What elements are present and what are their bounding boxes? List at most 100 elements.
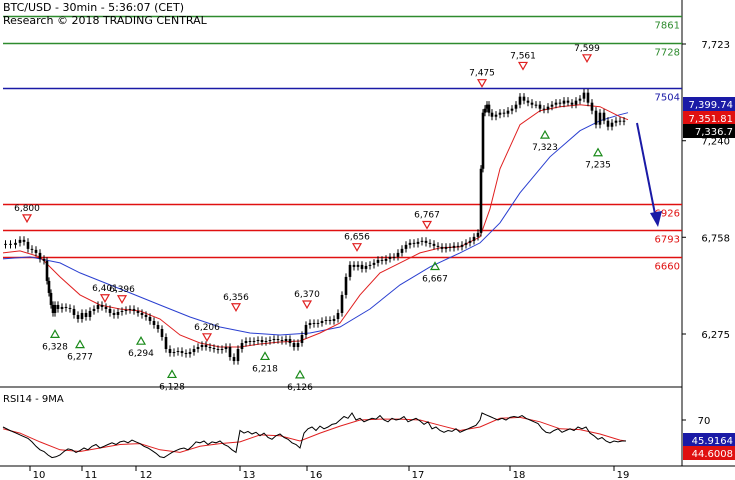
marker-label-7,475: 7,475 (469, 69, 495, 79)
x-tick-label-10: 10 (33, 470, 46, 480)
price-candle (522, 96, 526, 101)
price-candle (416, 241, 420, 244)
price-candle (534, 104, 538, 106)
y-tick-label-7,723: 7,723 (701, 40, 730, 51)
price-candle (144, 314, 148, 317)
price-candle (582, 92, 586, 99)
rsi-panel (2, 412, 627, 459)
price-candle (542, 108, 546, 110)
price-candle (132, 308, 136, 311)
price-candle (42, 258, 46, 261)
price-candle (268, 340, 272, 342)
price-candle (481, 112, 485, 169)
marker-label-6,294: 6,294 (128, 349, 154, 359)
rsi-tag-red: 44.6008 (692, 449, 733, 460)
moving-averages (2, 104, 629, 348)
price-candle (176, 351, 180, 353)
marker-up-6,126 (294, 369, 306, 379)
price-candle (112, 312, 116, 315)
price-candle (248, 341, 252, 343)
price-candle (284, 339, 288, 342)
price-candle (598, 112, 602, 125)
price-candle (34, 249, 38, 253)
marker-up-6,294 (135, 335, 147, 345)
price-candle (136, 310, 140, 313)
chart-title: BTC/USD - 30min - 5:36:07 (CET) (3, 1, 185, 14)
price-candle (420, 240, 424, 242)
price-candle (502, 112, 506, 114)
price-candle (476, 232, 480, 237)
marker-up-7,323 (539, 129, 551, 139)
price-candle (586, 92, 590, 103)
price-candle (164, 337, 168, 350)
level-label-6660: 6660 (655, 262, 680, 273)
price-candle (444, 246, 448, 249)
price-candle (618, 120, 622, 122)
price-candle (538, 104, 542, 109)
price-candle (490, 112, 494, 117)
marker-down-6,356 (230, 303, 242, 312)
marker-down-6,767 (421, 220, 433, 230)
price-candle (160, 328, 164, 338)
price-candle (140, 312, 144, 315)
price-candle (562, 100, 566, 104)
price-candle (384, 258, 388, 261)
price-candle (328, 319, 332, 321)
price-candle (60, 306, 64, 309)
price-candle (487, 104, 491, 113)
x-tick-label-13: 13 (243, 470, 256, 480)
price-candle (120, 310, 124, 312)
marker-label-6,206: 6,206 (194, 323, 220, 333)
level-lines: 786177287504692667936660 (3, 15, 682, 273)
level-label-7728: 7728 (655, 48, 680, 59)
price-candle (300, 335, 304, 344)
price-candle (368, 264, 372, 266)
price-candle (412, 242, 416, 244)
marker-up-7,235 (592, 147, 604, 157)
marker-up-6,277 (74, 339, 86, 349)
price-candle (256, 340, 260, 342)
price-candle (232, 357, 236, 362)
price-candle (84, 312, 88, 317)
price-candle (296, 343, 300, 348)
axes: 7,723 7,240 6,758 6,275 70 10 11 12 13 16 17 18 19 (29, 40, 730, 480)
price-candle (292, 343, 296, 348)
price-candle (200, 345, 204, 348)
price-candle (464, 242, 468, 245)
price-candle (288, 339, 292, 344)
price-candle (64, 306, 68, 308)
price-candle (388, 256, 392, 259)
price-candle (606, 120, 610, 127)
rsi-tag-blue: 45.9164 (692, 436, 733, 447)
price-candle (452, 245, 456, 248)
price-candle (360, 264, 364, 269)
price-candle (212, 348, 216, 350)
y-tick-label-6,275: 6,275 (701, 330, 730, 341)
copyright-text: Research © 2018 TRADING CENTRAL (3, 14, 207, 27)
marker-label-6,800: 6,800 (14, 204, 40, 214)
marker-label-6,370: 6,370 (294, 290, 320, 300)
level-label-7504: 7504 (655, 93, 680, 104)
marker-label-6,667: 6,667 (422, 274, 448, 284)
x-tick-label-19: 19 (617, 470, 630, 480)
price-candle (590, 102, 594, 111)
price-candle (156, 324, 160, 329)
price-candle (550, 104, 554, 107)
price-candle (570, 102, 574, 105)
marker-down-6,396 (116, 295, 128, 304)
x-tick-label-18: 18 (513, 470, 526, 480)
price-candle (108, 308, 112, 313)
price-candle (622, 120, 626, 122)
rsi-y-tick-label-70: 70 (698, 416, 711, 427)
price-candle (432, 243, 436, 246)
price-candle (594, 110, 598, 125)
price-candle (554, 102, 558, 105)
price-candle (92, 308, 96, 311)
price-candle (180, 351, 184, 354)
price-candle (100, 304, 104, 307)
marker-label-7,561: 7,561 (510, 51, 536, 61)
price-candle (558, 102, 562, 104)
price-candle (208, 347, 212, 349)
price-candle (124, 309, 128, 311)
price-candle (352, 264, 356, 267)
